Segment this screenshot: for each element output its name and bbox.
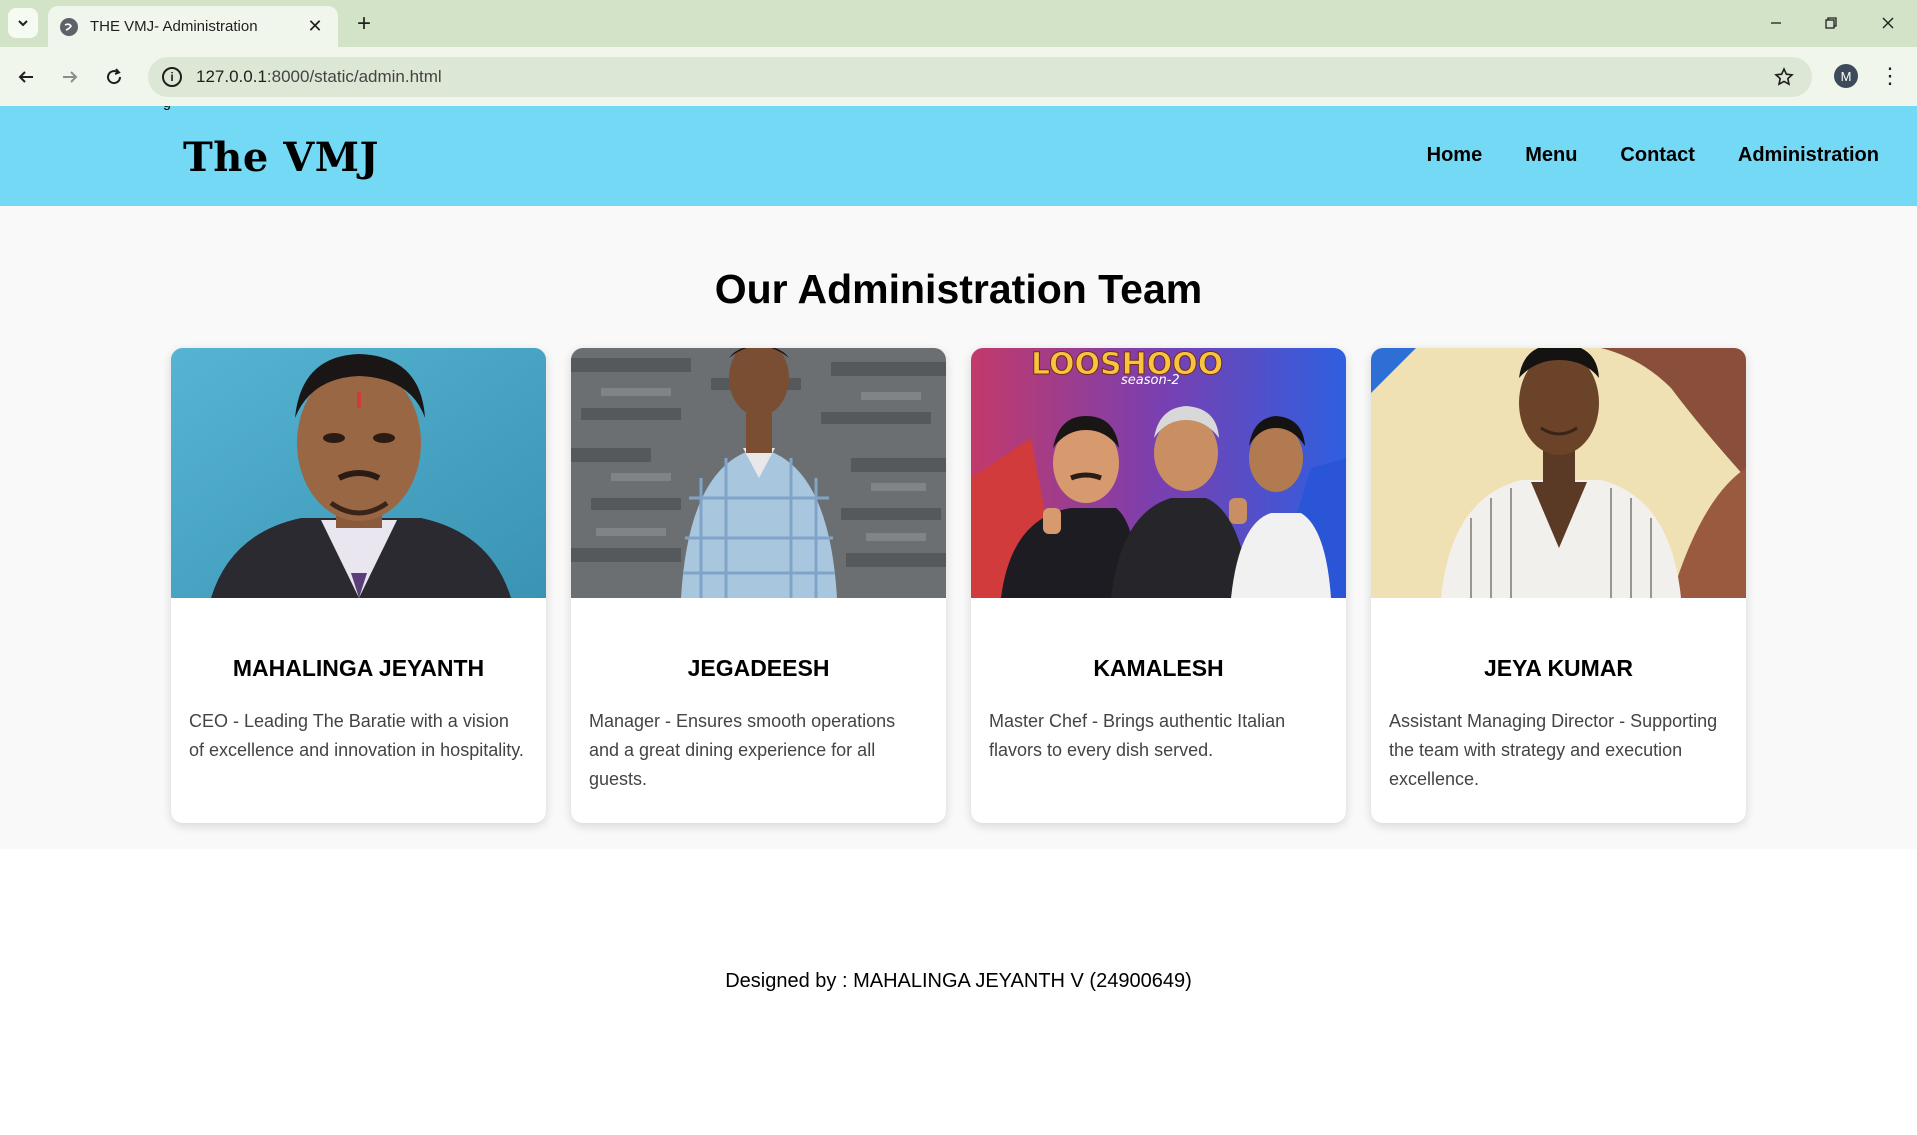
bookmark-star-icon[interactable]	[1772, 65, 1796, 89]
tab-title: THE VMJ- Administration	[90, 18, 258, 35]
member-description: Manager - Ensures smooth operations and …	[589, 711, 896, 789]
team-card-jeya-kumar: JEYA KUMAR Assistant Managing Director -…	[1371, 348, 1746, 823]
member-name: JEGADEESH	[687, 655, 830, 681]
new-tab-button[interactable]: +	[350, 10, 378, 38]
member-name: MAHALINGA JEYANTH	[232, 655, 485, 681]
section-title: Our Administration Team	[714, 266, 1203, 312]
forward-button[interactable]	[54, 61, 86, 93]
team-card-mahalinga: MAHALINGA JEYANTH CEO - Leading The Bara…	[171, 348, 546, 823]
minimize-icon	[1771, 22, 1781, 24]
main-nav: Home Menu Contact Administration	[1427, 144, 1879, 167]
nav-menu[interactable]: Menu	[1525, 144, 1577, 167]
nav-contact[interactable]: Contact	[1620, 144, 1694, 167]
profile-avatar[interactable]: M	[1834, 64, 1858, 88]
chevron-down-icon	[18, 20, 28, 27]
member-description: CEO - Leading The Baratie with a vision …	[189, 711, 524, 760]
browser-toolbar: i 127.0.0.1:8000/static/admin.html	[0, 47, 1917, 106]
url-text: 127.0.0.1:8000/static/admin.html	[196, 67, 442, 86]
tab-active[interactable]: THE VMJ- Administration ✕	[48, 6, 338, 47]
team-photo: LOOSHOOO season-2	[971, 348, 1346, 598]
site-logo[interactable]: The VMJ	[183, 134, 379, 181]
more-menu-icon[interactable]: ⋮	[1876, 62, 1904, 90]
restore-icon	[1825, 17, 1837, 29]
restore-button[interactable]	[1811, 8, 1851, 38]
team-section: Our Administration Team MAHALINGA JEYANT…	[0, 206, 1917, 849]
tab-strip: THE VMJ- Administration ✕ +	[0, 0, 1917, 47]
back-button[interactable]	[10, 61, 42, 93]
close-window-button[interactable]	[1868, 8, 1908, 38]
site-header: g The VMJ Home Menu Contact Administrati…	[0, 106, 1917, 206]
nav-home[interactable]: Home	[1427, 144, 1483, 167]
minimize-button[interactable]	[1756, 8, 1796, 38]
header-stub-text: g	[163, 106, 171, 110]
tab-search-button[interactable]	[8, 8, 38, 38]
team-card-kamalesh: LOOSHOOO season-2 KAMALESH Master Chef -…	[971, 348, 1346, 823]
reload-icon	[107, 68, 122, 85]
member-name: KAMALESH	[1093, 655, 1224, 681]
team-photo	[571, 348, 946, 598]
address-bar[interactable]: i 127.0.0.1:8000/static/admin.html	[148, 57, 1812, 97]
globe-icon	[60, 17, 78, 36]
close-icon[interactable]: ✕	[304, 16, 326, 38]
close-icon	[1882, 17, 1894, 29]
page-viewport: g The VMJ Home Menu Contact Administrati…	[0, 106, 1917, 1135]
svg-text:season-2: season-2	[1121, 373, 1180, 388]
member-description: Assistant Managing Director - Supporting…	[1389, 711, 1718, 789]
arrow-right-icon	[63, 71, 78, 83]
info-icon[interactable]: i	[162, 67, 182, 87]
team-card-jegadeesh: JEGADEESH Manager - Ensures smooth opera…	[571, 348, 946, 823]
footer-credit: Designed by : MAHALINGA JEYANTH V (24900…	[725, 970, 1192, 992]
member-description: Master Chef - Brings authentic Italian f…	[989, 711, 1286, 760]
team-photo	[171, 348, 546, 598]
arrow-left-icon	[18, 71, 33, 83]
member-name: JEYA KUMAR	[1483, 655, 1634, 681]
reload-button[interactable]	[98, 61, 130, 93]
nav-administration[interactable]: Administration	[1738, 144, 1879, 167]
team-photo	[1371, 348, 1746, 598]
